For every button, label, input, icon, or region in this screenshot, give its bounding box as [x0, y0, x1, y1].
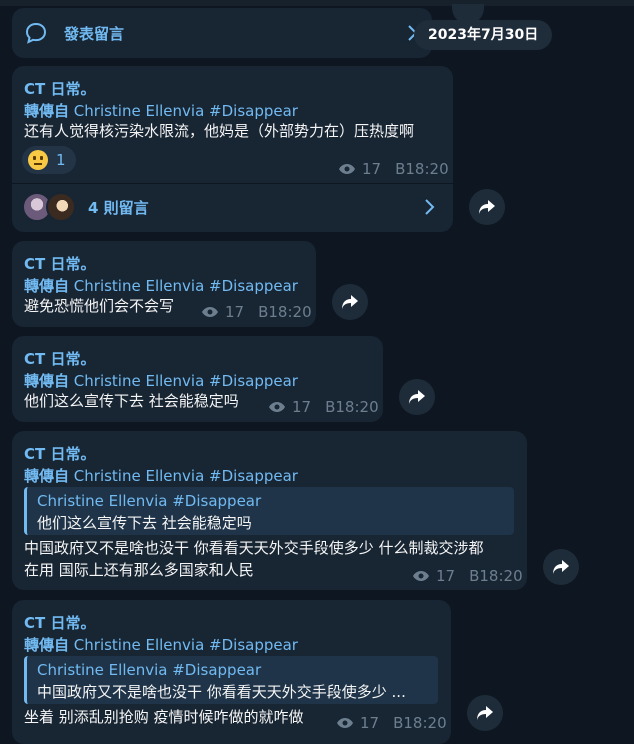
message-bubble: CT 日常。 轉傳自 Christine Ellenvia #Disappear…: [12, 336, 383, 422]
comments-row[interactable]: 4 則留言: [12, 184, 453, 230]
forwarded-source: Christine Ellenvia #Disappear: [73, 102, 298, 120]
forwarded-source: Christine Ellenvia #Disappear: [73, 277, 298, 295]
forwarded-from[interactable]: 轉傳自 Christine Ellenvia #Disappear: [24, 465, 298, 486]
quote-text: 他们这么宣传下去 社会能稳定吗: [37, 514, 252, 532]
message-bubble: CT 日常。 轉傳自 Christine Ellenvia #Disappear…: [12, 431, 527, 590]
reaction-count: 1: [56, 151, 66, 169]
message-text-line: 中国政府又不是啥也没干 你看看天天外交手段使多少 什么制裁交涉都: [24, 539, 484, 557]
eye-icon: [337, 718, 353, 728]
quote-title: Christine Ellenvia #Disappear: [37, 661, 262, 679]
reply-quote[interactable]: Christine Ellenvia #Disappear 中国政府又不是啥也没…: [24, 656, 438, 704]
leave-comment-label: 發表留言: [64, 25, 125, 43]
eye-icon: [269, 402, 285, 412]
message-meta: 17 B18:20: [201, 303, 312, 321]
message-author: CT 日常。: [24, 255, 96, 273]
message-bubble: CT 日常。 轉傳自 Christine Ellenvia #Disappear…: [12, 241, 316, 327]
message-author: CT 日常。: [24, 80, 96, 98]
eye-icon: [413, 571, 429, 581]
message-text-line: 在用 国际上还有那么多国家和人民: [24, 561, 254, 579]
chevron-right-icon: [425, 199, 435, 215]
forwarded-from[interactable]: 轉傳自 Christine Ellenvia #Disappear: [24, 634, 298, 655]
share-icon: [409, 390, 425, 404]
share-button[interactable]: [332, 284, 368, 320]
share-icon: [479, 200, 495, 214]
forwarded-source: Christine Ellenvia #Disappear: [73, 467, 298, 485]
avatar: [46, 192, 76, 222]
emoji-neutral-icon: [28, 150, 48, 170]
message-time: B18:20: [469, 567, 523, 585]
message-text: 坐着 别添乱别抢购 疫情时候咋做的就咋做: [24, 708, 304, 726]
forwarded-prefix: 轉傳自: [24, 102, 70, 120]
message-text: 他们这么宣传下去 社会能稳定吗: [24, 392, 239, 410]
view-count: 17: [362, 160, 382, 178]
reaction-chip[interactable]: 1: [22, 146, 76, 174]
quote-title: Christine Ellenvia #Disappear: [37, 492, 262, 510]
message-meta: 17 B18:20: [412, 567, 523, 585]
share-icon: [342, 295, 358, 309]
share-button[interactable]: [467, 695, 503, 731]
message-text: 还有人觉得核污染水限流，他妈是（外部势力在）压热度啊: [24, 122, 415, 140]
message-author: CT 日常。: [24, 445, 96, 463]
message-meta: 17 B18:20: [338, 160, 449, 178]
view-count: 17: [360, 714, 380, 732]
message-author: CT 日常。: [24, 350, 96, 368]
forwarded-prefix: 轉傳自: [24, 372, 70, 390]
message-author: CT 日常。: [24, 614, 96, 632]
forwarded-from[interactable]: 轉傳自 Christine Ellenvia #Disappear: [24, 100, 298, 121]
view-count: 17: [225, 303, 245, 321]
comments-count-label: 4 則留言: [88, 198, 149, 217]
quote-text: 中国政府又不是啥也没干 你看看天天外交手段使多少 ...: [37, 683, 406, 701]
eye-icon: [202, 307, 218, 317]
message-bubble: CT 日常。 轉傳自 Christine Ellenvia #Disappear…: [12, 600, 451, 744]
leave-comment-bar[interactable]: 發表留言: [12, 8, 432, 58]
forwarded-source: Christine Ellenvia #Disappear: [73, 636, 298, 654]
share-button[interactable]: [399, 379, 435, 415]
forwarded-source: Christine Ellenvia #Disappear: [73, 372, 298, 390]
date-pill: 2023年7月30日: [414, 20, 553, 50]
share-button[interactable]: [469, 189, 505, 225]
forwarded-prefix: 轉傳自: [24, 636, 70, 654]
message-meta: 17 B18:20: [268, 398, 379, 416]
share-icon: [553, 560, 569, 574]
forwarded-from[interactable]: 轉傳自 Christine Ellenvia #Disappear: [24, 275, 298, 296]
top-edge: [0, 0, 634, 6]
forwarded-prefix: 轉傳自: [24, 277, 70, 295]
share-button[interactable]: [543, 549, 579, 585]
message-time: B18:20: [395, 160, 449, 178]
forwarded-from[interactable]: 轉傳自 Christine Ellenvia #Disappear: [24, 370, 298, 391]
message-text: 避免恐慌他们会不会写: [24, 297, 175, 315]
eye-icon: [339, 164, 355, 174]
comment-icon: [25, 22, 47, 44]
message-time: B18:20: [258, 303, 312, 321]
reply-quote[interactable]: Christine Ellenvia #Disappear 他们这么宣传下去 社…: [24, 487, 514, 535]
message-time: B18:20: [393, 714, 447, 732]
message-meta: 17 B18:20: [336, 714, 447, 732]
view-count: 17: [292, 398, 312, 416]
message-bubble: CT 日常。 轉傳自 Christine Ellenvia #Disappear…: [12, 66, 453, 232]
share-icon: [477, 706, 493, 720]
message-time: B18:20: [325, 398, 379, 416]
forwarded-prefix: 轉傳自: [24, 467, 70, 485]
view-count: 17: [436, 567, 456, 585]
